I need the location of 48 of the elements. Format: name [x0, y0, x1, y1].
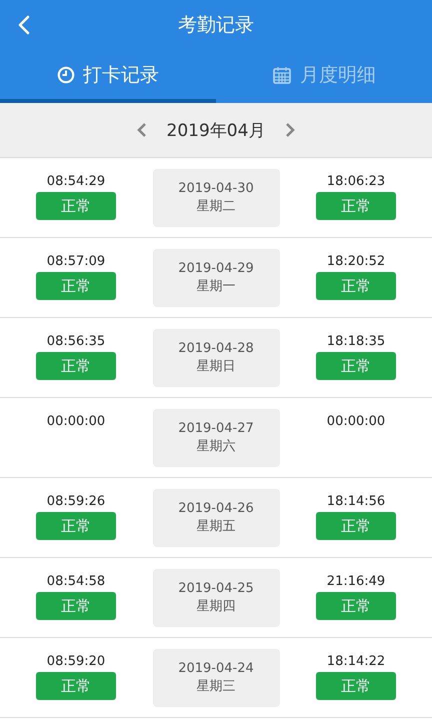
check-in-time: 00:00:00 — [46, 414, 106, 429]
check-in-time: 08:54:58 — [46, 574, 106, 589]
check-in-time: 08:57:09 — [46, 254, 106, 269]
status-badge: 正常 — [36, 672, 116, 700]
check-in-time: 08:56:35 — [46, 334, 106, 349]
check-in-time: 08:54:29 — [46, 174, 106, 189]
calendar-icon — [272, 64, 292, 84]
status-badge: 正常 — [36, 272, 116, 300]
check-out-time: 18:14:56 — [326, 494, 386, 509]
weekday-text: 星期五 — [196, 518, 236, 534]
weekday-text: 星期二 — [196, 198, 236, 214]
status-badge: 正常 — [316, 192, 396, 220]
next-month-icon[interactable] — [285, 122, 296, 138]
page-title: 考勤记录 — [178, 13, 254, 38]
check-out-time: 18:20:52 — [326, 254, 386, 269]
date-text: 2019-04-30 — [178, 180, 254, 196]
date-text: 2019-04-26 — [178, 500, 254, 516]
check-out-time: 21:16:49 — [326, 574, 386, 589]
month-label: 2019年04月 — [166, 120, 266, 142]
tab[interactable]: 月度明细 — [216, 50, 432, 103]
status-badge: 正常 — [316, 592, 396, 620]
check-out-time: 00:00:00 — [326, 414, 386, 429]
date-text: 2019-04-25 — [178, 580, 254, 596]
date-text: 2019-04-24 — [178, 660, 254, 676]
previous-month-icon[interactable] — [136, 122, 147, 138]
status-badge: 正常 — [316, 512, 396, 540]
status-badge: 正常 — [36, 512, 116, 540]
date-text: 2019-04-27 — [178, 420, 254, 436]
weekday-text: 星期三 — [196, 678, 236, 694]
status-badge: 正常 — [316, 352, 396, 380]
weekday-text: 星期日 — [196, 358, 236, 374]
status-badge: 正常 — [36, 592, 116, 620]
date-text: 2019-04-28 — [178, 340, 254, 356]
status-badge: 正常 — [36, 352, 116, 380]
check-out-time: 18:14:22 — [326, 654, 386, 669]
date-text: 2019-04-29 — [178, 260, 254, 276]
back-icon[interactable] — [18, 15, 30, 35]
check-out-time: 18:18:35 — [326, 334, 386, 349]
weekday-text: 星期六 — [196, 438, 236, 454]
check-in-time: 08:59:26 — [46, 494, 106, 509]
status-badge: 正常 — [316, 272, 396, 300]
weekday-text: 星期一 — [196, 278, 236, 294]
check-out-time: 18:06:23 — [326, 174, 386, 189]
check-in-time: 08:59:20 — [46, 654, 106, 669]
status-badge: 正常 — [316, 672, 396, 700]
status-badge: 正常 — [36, 192, 116, 220]
clock-icon — [57, 66, 75, 84]
weekday-text: 星期四 — [196, 598, 236, 614]
